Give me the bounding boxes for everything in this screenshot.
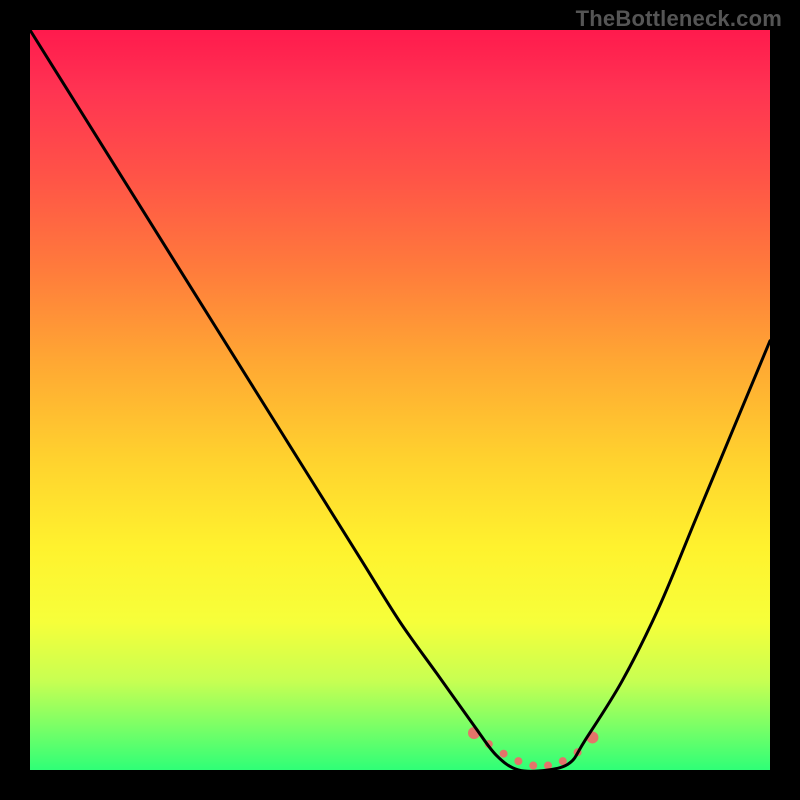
optimal-marker-dot	[514, 757, 522, 765]
optimal-marker-dot	[500, 750, 508, 758]
bottleneck-curve	[30, 30, 770, 771]
optimal-marker-dot	[529, 762, 537, 770]
plot-area	[30, 30, 770, 770]
watermark-text: TheBottleneck.com	[576, 6, 782, 32]
curve-svg	[30, 30, 770, 770]
chart-container: TheBottleneck.com	[0, 0, 800, 800]
